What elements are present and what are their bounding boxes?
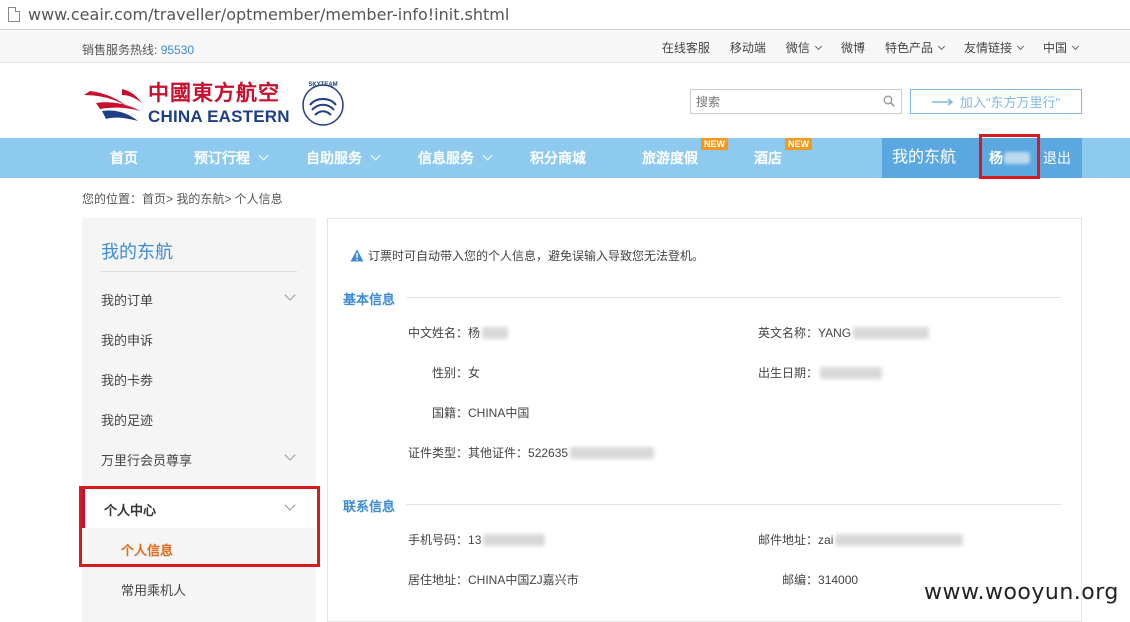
chevron-down-icon [284,499,296,511]
field-chinese-name: 中文姓名：杨 [408,324,509,341]
redacted-value [820,366,883,379]
skyteam-logo-icon: SKYTEAM [302,82,344,126]
redacted-value [835,533,964,546]
nav-item-info-service[interactable]: 信息服务 [418,138,493,178]
field-zip: 邮编： 314000 [782,572,859,588]
nav-item-points-mall[interactable]: 积分商城 [530,138,586,178]
field-address: 居住地址： CHINA中国ZJ嘉兴市 [408,573,579,587]
logo-english-text: CHINA EASTERN [148,107,290,126]
field-id-type: 证件类型： 其他证件：522635 [408,444,655,461]
sidebar-item-footprint[interactable]: 我的足迹 [82,398,316,438]
notice-text: 订票时可自动带入您的个人信息，避免误输入导致您无法登机。 [368,249,705,263]
sidebar-item-coupons[interactable]: 我的卡劵 [82,358,316,398]
chevron-down-icon [258,150,269,161]
field-nationality: 国籍： CHINA中国 [432,406,530,420]
swallow-logo-icon [84,89,142,121]
sidebar-item-orders[interactable]: 我的订单 [82,278,316,318]
top-link-mobile[interactable]: 移动端 [730,39,766,56]
redacted-value [483,533,546,546]
nav-item-hotel[interactable]: 酒店 [754,138,782,178]
url-text[interactable]: www.ceair.com/traveller/optmember/member… [28,5,509,24]
top-link-region[interactable]: 中国 [1043,39,1080,56]
hotline-number[interactable]: 95530 [161,43,194,57]
arrow-right-icon [931,97,954,106]
top-link-products[interactable]: 特色产品 [885,39,946,56]
search-input[interactable] [691,90,871,113]
top-link-wechat[interactable]: 微信 [786,39,822,56]
divider [406,297,1061,298]
join-label: 加入"东方万里行" [959,95,1061,110]
sidebar-item-member-privileges[interactable]: 万里行会员尊享 [82,438,316,478]
top-links: 在线客服 移动端 微信 微博 特色产品 友情链接 中国 [662,39,1080,56]
new-badge: NEW [785,138,812,150]
chevron-down-icon [1071,42,1080,50]
top-utility-bar: 销售服务热线: 95530 在线客服 移动端 微信 微博 特色产品 友情链接 中… [0,31,1130,63]
my-eastern-link[interactable]: 我的东航 [892,138,956,178]
search-icon[interactable] [883,95,895,107]
field-mobile: 手机号码： 13 [408,531,546,548]
field-gender: 性别：女 [432,366,481,380]
notice: 订票时可自动带入您的个人信息，避免误输入导致您无法登机。 [350,247,704,264]
new-badge: NEW [701,138,728,150]
sidebar-subitem-frequent-passengers[interactable]: 常用乘机人 [82,568,316,608]
top-link-online-service[interactable]: 在线客服 [662,39,710,56]
breadcrumb: 您的位置：首页> 我的东航> 个人信息 [82,192,283,206]
redacted-value [570,446,655,459]
field-email: 邮件地址： zai [758,531,964,548]
top-link-friends[interactable]: 友情链接 [964,39,1025,56]
sidebar-title: 我的东航 [101,242,173,262]
page-icon [8,7,20,22]
site-header: 中國東方航空 CHINA EASTERN SKYTEAM 加入"东方万里行" [0,64,1130,138]
chevron-down-icon [482,150,493,161]
warning-icon [350,249,364,262]
top-link-weibo[interactable]: 微博 [841,39,865,56]
nav-item-home[interactable]: 首页 [110,138,138,178]
nav-item-travel[interactable]: 旅游度假 [642,138,698,178]
redacted-value [482,326,509,339]
hotline-label: 销售服务热线: [82,43,158,57]
main-nav: 首页 预订行程 自助服务 信息服务 积分商城 旅游度假 NEW 酒店 NEW 我… [0,138,1130,178]
nav-item-booking[interactable]: 预订行程 [194,138,269,178]
divider [406,504,1061,505]
section-title-basic: 基本信息 [343,292,396,307]
chevron-down-icon [370,150,381,161]
browser-address-bar[interactable]: www.ceair.com/traveller/optmember/member… [0,0,1130,30]
skyteam-text: SKYTEAM [308,82,337,88]
user-name-link[interactable]: 杨 [989,138,1030,178]
search-box [690,89,902,114]
redacted-name [1004,152,1030,164]
sales-hotline: 销售服务热线: 95530 [82,41,194,58]
chevron-down-icon [284,289,296,301]
china-eastern-logo[interactable]: 中國東方航空 CHINA EASTERN SKYTEAM [82,79,348,129]
sidebar-subitem-personal-info[interactable]: 个人信息 [82,528,316,568]
sidebar-item-appeals[interactable]: 我的申诉 [82,318,316,358]
field-english-name: 英文名称： YANG [758,324,930,341]
divider [101,271,297,272]
chevron-down-icon [284,449,296,461]
my-account-area: 我的东航 杨 退出 [882,138,1082,178]
nav-item-self-service[interactable]: 自助服务 [306,138,381,178]
join-eastern-miles-button[interactable]: 加入"东方万里行" [910,89,1082,114]
section-title-contact: 联系信息 [343,499,396,514]
redacted-value [853,326,930,339]
sidebar: 我的东航 我的订单 我的申诉 我的卡劵 我的足迹 万里行会员尊享 个人中心 个人… [82,218,316,622]
personal-info-panel: 订票时可自动带入您的个人信息，避免误输入导致您无法登机。 基本信息 中文姓名：杨… [327,218,1082,622]
field-birth-date: 出生日期： [758,364,883,381]
sidebar-item-personal-center[interactable]: 个人中心 [82,488,316,528]
watermark: www.wooyun.org [924,580,1119,605]
logout-link[interactable]: 退出 [1043,138,1071,178]
chevron-down-icon [1016,42,1025,50]
chevron-down-icon [814,42,822,50]
logo-chinese-text: 中國東方航空 [148,81,280,105]
chevron-down-icon [937,42,946,50]
